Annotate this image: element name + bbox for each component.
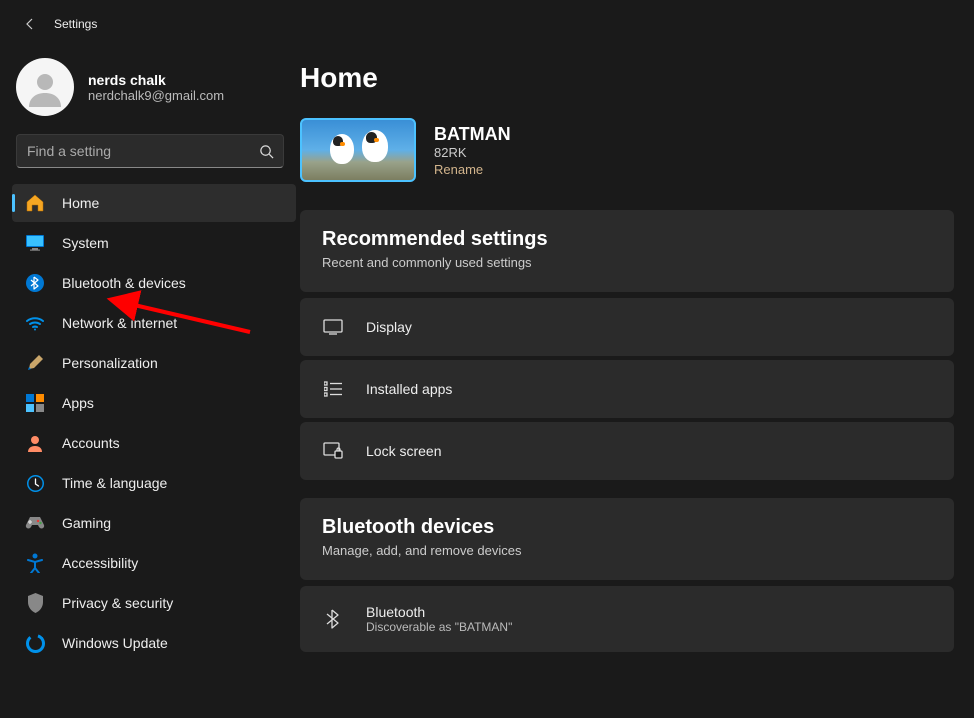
sidebar-item-label: Gaming	[62, 515, 111, 531]
recommended-subtitle: Recent and commonly used settings	[322, 255, 932, 270]
sidebar-item-label: Personalization	[62, 355, 158, 371]
row-title: Display	[366, 319, 412, 335]
sidebar-item-label: Windows Update	[62, 635, 168, 651]
list-icon	[322, 378, 344, 400]
bluetooth-card-title: Bluetooth devices	[322, 516, 932, 539]
sidebar-item-label: Time & language	[62, 475, 167, 491]
setting-row-bluetooth[interactable]: Bluetooth Discoverable as "BATMAN"	[300, 586, 954, 652]
bluetooth-devices-card: Bluetooth devices Manage, add, and remov…	[300, 498, 954, 580]
brush-icon	[24, 352, 46, 374]
search-box[interactable]	[16, 134, 284, 168]
sidebar-item-label: Accessibility	[62, 555, 138, 571]
device-card: BATMAN 82RK Rename	[300, 118, 954, 182]
setting-row-display[interactable]: Display	[300, 298, 954, 356]
row-title: Installed apps	[366, 381, 452, 397]
bluetooth-card-subtitle: Manage, add, and remove devices	[322, 543, 932, 558]
titlebar-title: Settings	[54, 17, 97, 31]
device-wallpaper-preview[interactable]	[300, 118, 416, 182]
main-content: Home BATMAN 82RK Rename	[300, 48, 974, 718]
setting-row-installed-apps[interactable]: Installed apps	[300, 360, 954, 418]
titlebar: Settings	[0, 0, 974, 48]
sidebar: nerds chalk nerdchalk9@gmail.com Home	[0, 48, 300, 718]
search-input[interactable]	[17, 143, 249, 159]
search-icon[interactable]	[249, 134, 283, 168]
back-button[interactable]	[16, 10, 44, 38]
person-icon	[24, 432, 46, 454]
arrow-left-icon	[22, 16, 38, 32]
bluetooth-icon	[24, 272, 46, 294]
wifi-icon	[24, 312, 46, 334]
sidebar-item-accessibility[interactable]: Accessibility	[12, 544, 296, 582]
sidebar-item-accounts[interactable]: Accounts	[12, 424, 296, 462]
user-block[interactable]: nerds chalk nerdchalk9@gmail.com	[0, 58, 300, 134]
recommended-card: Recommended settings Recent and commonly…	[300, 210, 954, 292]
row-subtitle: Discoverable as "BATMAN"	[366, 620, 512, 634]
accessibility-icon	[24, 552, 46, 574]
sidebar-item-label: Accounts	[62, 435, 120, 451]
sidebar-item-personalization[interactable]: Personalization	[12, 344, 296, 382]
sidebar-item-apps[interactable]: Apps	[12, 384, 296, 422]
sidebar-item-system[interactable]: System	[12, 224, 296, 262]
device-name: BATMAN	[434, 124, 511, 145]
apps-icon	[24, 392, 46, 414]
sidebar-item-privacy[interactable]: Privacy & security	[12, 584, 296, 622]
device-model: 82RK	[434, 145, 511, 160]
sidebar-item-label: System	[62, 235, 109, 251]
bluetooth-icon	[322, 608, 344, 630]
setting-row-lock-screen[interactable]: Lock screen	[300, 422, 954, 480]
update-icon	[24, 632, 46, 654]
gaming-icon	[24, 512, 46, 534]
sidebar-item-label: Network & internet	[62, 315, 177, 331]
avatar	[16, 58, 74, 116]
sidebar-item-label: Home	[62, 195, 99, 211]
sidebar-item-network[interactable]: Network & internet	[12, 304, 296, 342]
sidebar-item-gaming[interactable]: Gaming	[12, 504, 296, 542]
page-title: Home	[300, 62, 954, 118]
row-title: Bluetooth	[366, 604, 512, 620]
lock-screen-icon	[322, 440, 344, 462]
home-icon	[24, 192, 46, 214]
display-icon	[322, 316, 344, 338]
sidebar-item-label: Apps	[62, 395, 94, 411]
user-email: nerdchalk9@gmail.com	[88, 88, 224, 103]
sidebar-item-time-language[interactable]: Time & language	[12, 464, 296, 502]
sidebar-item-update[interactable]: Windows Update	[12, 624, 296, 662]
sidebar-nav: Home System Bluetooth & devices Network …	[0, 184, 300, 664]
sidebar-item-label: Bluetooth & devices	[62, 275, 186, 291]
recommended-title: Recommended settings	[322, 228, 932, 251]
sidebar-item-label: Privacy & security	[62, 595, 173, 611]
user-name: nerds chalk	[88, 72, 224, 88]
clock-icon	[24, 472, 46, 494]
sidebar-item-home[interactable]: Home	[12, 184, 296, 222]
device-rename-link[interactable]: Rename	[434, 162, 511, 177]
shield-icon	[24, 592, 46, 614]
system-icon	[24, 232, 46, 254]
row-title: Lock screen	[366, 443, 441, 459]
sidebar-item-bluetooth[interactable]: Bluetooth & devices	[12, 264, 296, 302]
